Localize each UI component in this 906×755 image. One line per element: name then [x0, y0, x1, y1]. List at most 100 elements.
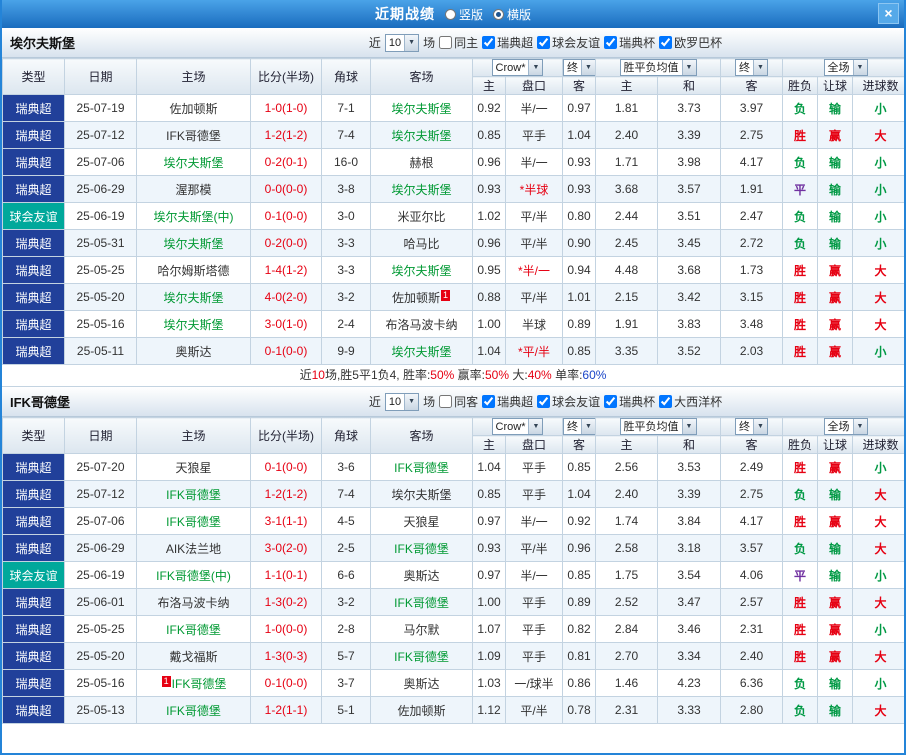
same-venue-filter-checkbox[interactable] [439, 36, 453, 49]
league-filter-checkbox[interactable] [604, 395, 618, 408]
col-header-handicap_result: 让球 [817, 76, 854, 95]
col-header-avg_away: 客 [720, 435, 784, 454]
match-row: 球会友谊 25-06-19 埃尔夫斯堡(中) 0-1(0-0) 3-0 米亚尔比 1.02 平… [2, 202, 904, 230]
col-header-date: 日期 [64, 58, 137, 95]
recent-results-dialog: 近期战绩 竖版 横版 × 埃尔夫斯堡近 10 ▼ 场同主 瑞典超 球会友谊 瑞典杯 欧罗巴杯类… [0, 0, 906, 755]
radio-vertical-layout[interactable]: 竖版 [444, 6, 483, 23]
handicap-cell: 平手 [504, 615, 564, 643]
result-cell: 平 [782, 175, 819, 203]
handicap-cell: 平手 [504, 642, 564, 670]
avg-odds-select[interactable]: 胜平负均值 ▼ [619, 418, 697, 435]
league-cell: 瑞典超 [2, 480, 65, 508]
chevron-down-icon: ▼ [528, 60, 543, 75]
home-team-cell: AIK法兰地 [136, 534, 251, 562]
date-cell: 25-05-11 [64, 337, 137, 365]
radio-button-icon[interactable] [493, 8, 504, 20]
avg-odds-m2-cell: 3.39 [657, 121, 722, 149]
col-header-corner: 角球 [321, 417, 371, 454]
final-odds-select[interactable]: 终 ▼ [563, 59, 595, 76]
corner-cell: 2-8 [321, 615, 371, 643]
final-avg-select[interactable]: 终 ▼ [735, 418, 769, 435]
dialog-title: 近期战绩 [374, 6, 435, 22]
col-header-goals: 进球数 [852, 435, 904, 454]
league-filter[interactable]: 瑞典杯 [604, 393, 655, 410]
close-icon[interactable]: × [878, 3, 899, 24]
score-cell: 3-0(1-0) [250, 310, 322, 338]
avg-odds-m2-cell: 4.23 [657, 669, 722, 697]
league-filter-checkbox[interactable] [482, 395, 496, 408]
avg-odds-m3-cell: 3.97 [720, 94, 784, 122]
near-label: 近 [368, 395, 381, 409]
match-row: 瑞典超 25-07-19 佐加顿斯 1-0(1-0) 7-1 埃尔夫斯堡 0.92 半/一 0.… [2, 94, 904, 122]
away-odds-cell: 0.85 [562, 561, 597, 589]
odds-source-select[interactable]: Crow* ▼ [491, 59, 544, 76]
away-team-name: 马尔默 [403, 622, 440, 637]
radio-vertical-label: 竖版 [458, 7, 483, 22]
handicap-cell: 平/半 [504, 534, 564, 562]
home-team-cell: 1 IFK哥德堡 [136, 669, 251, 697]
goals-cell: 大 [852, 310, 904, 338]
away-team-name: 天狼星 [403, 514, 440, 529]
date-cell: 25-05-25 [64, 615, 137, 643]
avg-odds-m2-cell: 3.33 [657, 696, 722, 724]
score-cell: 4-0(2-0) [250, 283, 322, 311]
final-avg-select[interactable]: 终 ▼ [735, 59, 769, 76]
handicap-result-cell: 输 [817, 175, 854, 203]
league-filter[interactable]: 瑞典超 [482, 393, 533, 410]
match-row: 瑞典超 25-05-11 奥斯达 0-1(0-0) 9-9 埃尔夫斯堡 1.04 *平/半 0.… [2, 337, 904, 365]
goals-cell: 大 [852, 642, 904, 670]
avg-odds-m3-cell: 1.73 [720, 256, 784, 284]
col-header-score: 比分(半场) [250, 58, 322, 95]
matches-table: 类型 日期 主场 比分(半场) 角球 客场 Crow* ▼ 终 ▼ 胜平负均值 ▼ 终 ▼ 全场 ▼ 主盘口客主… [2, 417, 904, 724]
match-count-select[interactable]: 10 ▼ [384, 392, 420, 411]
away-team-name: 佐加顿斯 [397, 703, 446, 718]
league-filter-label: 球会友谊 [552, 395, 601, 409]
same-venue-filter[interactable]: 同主 [439, 34, 478, 51]
same-venue-filter-label: 同主 [454, 36, 479, 50]
final-odds-header: 终 ▼ [562, 58, 597, 77]
home-odds-cell: 0.88 [472, 283, 506, 311]
handicap-cell: 平/半 [504, 229, 564, 257]
odds-source-select[interactable]: Crow* ▼ [491, 418, 544, 435]
league-filter[interactable]: 瑞典超 [482, 34, 533, 51]
league-filter-checkbox[interactable] [604, 36, 618, 49]
summary-segment: 场,胜5平1负4, 胜率: [324, 368, 431, 382]
radio-button-icon[interactable] [444, 8, 456, 20]
match-count-select[interactable]: 10 ▼ [384, 33, 420, 52]
goals-cell: 小 [852, 561, 904, 589]
league-filter-checkbox[interactable] [659, 395, 673, 408]
league-filter[interactable]: 瑞典杯 [604, 34, 655, 51]
league-filter[interactable]: 欧罗巴杯 [659, 34, 722, 51]
league-cell: 瑞典超 [2, 310, 65, 338]
same-venue-filter[interactable]: 同客 [439, 393, 478, 410]
date-cell: 25-07-06 [64, 507, 137, 535]
score-cell: 1-4(1-2) [250, 256, 322, 284]
away-team-name: 哈马比 [403, 236, 440, 251]
avg-odds-select[interactable]: 胜平负均值 ▼ [619, 59, 697, 76]
result-cell: 胜 [782, 588, 819, 616]
full-time-select[interactable]: 全场 ▼ [823, 418, 868, 435]
final-odds-select[interactable]: 终 ▼ [563, 418, 595, 435]
away-odds-cell: 0.78 [562, 696, 597, 724]
radio-horizontal-layout[interactable]: 横版 [493, 6, 531, 23]
odds-source-select-value: Crow* [495, 62, 526, 74]
league-filter-checkbox[interactable] [537, 36, 551, 49]
league-filter[interactable]: 大西洋杯 [659, 393, 722, 410]
date-cell: 25-05-16 [64, 669, 137, 697]
goals-cell: 大 [852, 480, 904, 508]
league-filter-checkbox[interactable] [482, 36, 496, 49]
league-filter[interactable]: 球会友谊 [537, 34, 600, 51]
league-filter-checkbox[interactable] [537, 395, 551, 408]
league-filter-checkbox[interactable] [659, 36, 673, 49]
league-filter-label: 瑞典超 [497, 36, 534, 50]
same-venue-filter-checkbox[interactable] [439, 395, 453, 408]
match-row: 瑞典超 25-05-25 IFK哥德堡 1-0(0-0) 2-8 马尔默 1.07 平手 0.8… [2, 615, 904, 643]
date-cell: 25-07-19 [64, 94, 137, 122]
away-team-name: 米亚尔比 [397, 209, 446, 224]
handicap-cell: *半球 [504, 175, 564, 203]
league-filter-label: 瑞典超 [497, 395, 534, 409]
league-filter[interactable]: 球会友谊 [537, 393, 600, 410]
full-time-select[interactable]: 全场 ▼ [823, 59, 868, 76]
score-cell: 1-0(1-0) [250, 94, 322, 122]
avg-odds-m1-cell: 4.48 [595, 256, 659, 284]
